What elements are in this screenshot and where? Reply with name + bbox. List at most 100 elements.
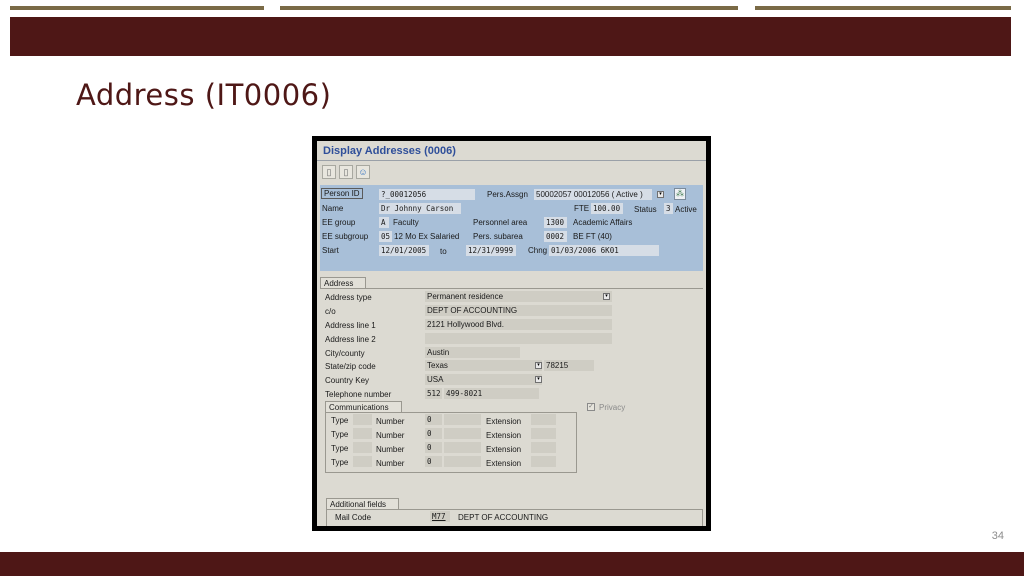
comm-number-value-field[interactable] [444, 428, 481, 439]
pers-subarea-code-field[interactable]: 0002 [544, 231, 567, 242]
phone-number-field[interactable]: 499-8021 [444, 388, 539, 399]
city-field[interactable]: Austin [425, 347, 520, 358]
pers-subarea-text: BE FT (40) [573, 232, 612, 241]
address-line2-field[interactable] [425, 333, 612, 344]
phone-area-field[interactable]: 512 [425, 388, 442, 399]
address-type-label: Address type [325, 293, 372, 302]
status-text: Active [675, 205, 697, 214]
sap-window: Display Addresses (0006) ▯ ▯ ☺ Person ID… [317, 141, 706, 526]
ee-group-label: EE group [322, 218, 356, 227]
footer-band [0, 552, 1024, 576]
ee-group-text: Faculty [393, 218, 419, 227]
address-group-tab: Address [320, 277, 367, 288]
title-divider [317, 160, 706, 161]
pers-assign-field[interactable]: 50002057 00012056 ( Active ) [534, 189, 652, 200]
comm-type-label: Type [331, 416, 349, 425]
privacy-checkbox[interactable]: ✓ [587, 403, 595, 411]
comm-type-field[interactable] [353, 428, 372, 439]
application-toolbar: ▯ ▯ ☺ [322, 165, 370, 181]
ee-subgroup-text: 12 Mo Ex Salaried [394, 232, 460, 241]
name-field[interactable]: Dr Johnny Carson [379, 203, 461, 214]
person-icon[interactable]: ☺ [356, 165, 370, 179]
copy-icon[interactable]: ▯ [339, 165, 353, 179]
comm-type-field[interactable] [353, 442, 372, 453]
telephone-label: Telephone number [325, 390, 392, 399]
comm-type-label: Type [331, 430, 349, 439]
comm-number-field[interactable]: 0 [425, 428, 442, 439]
start-label: Start [322, 246, 339, 255]
copy-icon[interactable]: ▯ [322, 165, 336, 179]
ee-subgroup-label: EE subgroup [322, 232, 369, 241]
comm-number-label: Number [376, 431, 405, 440]
comm-type-label: Type [331, 444, 349, 453]
end-date-field[interactable]: 12/31/9999 [466, 245, 516, 256]
fte-field[interactable]: 100.00 [591, 203, 623, 214]
comm-type-label: Type [331, 458, 349, 467]
comm-extension-label: Extension [486, 417, 522, 426]
comm-extension-field[interactable] [531, 414, 556, 425]
person-id-label: Person ID [321, 188, 363, 199]
to-label: to [440, 247, 447, 256]
comm-extension-field[interactable] [531, 442, 556, 453]
comm-number-label: Number [376, 417, 405, 426]
changed-on-field[interactable]: 01/03/2006 6K01 [549, 245, 659, 256]
country-key-field[interactable]: USA [425, 374, 542, 385]
personnel-area-label: Personnel area [473, 218, 528, 227]
ee-subgroup-code-field[interactable]: 05 [379, 231, 392, 242]
comm-extension-label: Extension [486, 445, 522, 454]
comm-number-field[interactable]: 0 [425, 442, 442, 453]
page-number: 34 [991, 530, 1004, 542]
pers-assign-label: Pers.Assgn [487, 190, 528, 199]
comm-number-label: Number [376, 445, 405, 454]
name-label: Name [322, 204, 344, 213]
co-label: c/o [325, 307, 336, 316]
mail-code-label: Mail Code [335, 513, 372, 522]
comm-type-field[interactable] [353, 456, 372, 467]
top-accent-line-left [10, 6, 264, 10]
comm-type-field[interactable] [353, 414, 372, 425]
top-accent-line-middle [280, 6, 738, 10]
person-id-field[interactable]: ?_00012056 [379, 189, 475, 200]
screen-title: Display Addresses (0006) [323, 145, 456, 157]
state-dropdown-icon[interactable]: ▾ [535, 362, 542, 369]
dropdown-icon[interactable]: ▾ [657, 191, 664, 198]
slide-title: Address (IT0006) [76, 78, 332, 112]
country-dropdown-icon[interactable]: ▾ [535, 376, 542, 383]
co-field[interactable]: DEPT OF ACCOUNTING [425, 305, 612, 316]
additional-fields-group-tab: Additional fields [326, 498, 400, 509]
org-structure-icon[interactable]: ⁂ [674, 188, 686, 200]
communications-group-tab: Communications [325, 401, 402, 412]
ee-group-code-field[interactable]: A [379, 217, 389, 228]
address-type-dropdown-icon[interactable]: ▾ [603, 293, 610, 300]
country-key-label: Country Key [325, 376, 370, 385]
pers-subarea-label: Pers. subarea [473, 232, 523, 241]
comm-extension-field[interactable] [531, 456, 556, 467]
start-date-field[interactable]: 12/01/2005 [379, 245, 429, 256]
comm-number-field[interactable]: 0 [425, 456, 442, 467]
comm-number-label: Number [376, 459, 405, 468]
status-code-field[interactable]: 3 [664, 203, 673, 214]
address-line2-label: Address line 2 [325, 335, 376, 344]
address-line1-field[interactable]: 2121 Hollywood Blvd. [425, 319, 612, 330]
state-zip-label: State/zip code [325, 362, 376, 371]
mail-code-field[interactable]: M77 [430, 511, 450, 522]
comm-number-value-field[interactable] [444, 456, 481, 467]
comm-extension-field[interactable] [531, 428, 556, 439]
comm-number-value-field[interactable] [444, 414, 481, 425]
status-label: Status [634, 205, 657, 214]
city-label: City/county [325, 349, 365, 358]
zip-code-field[interactable]: 78215 [544, 360, 594, 371]
address-line1-label: Address line 1 [325, 321, 376, 330]
fte-label: FTE [574, 204, 590, 213]
screenshot-frame: Display Addresses (0006) ▯ ▯ ☺ Person ID… [312, 136, 711, 531]
personnel-area-text: Academic Affairs [573, 218, 633, 227]
state-field[interactable]: Texas [425, 360, 542, 371]
address-type-field[interactable]: Permanent residence [425, 291, 612, 302]
chng-label: Chng [528, 246, 548, 255]
comm-number-field[interactable]: 0 [425, 414, 442, 425]
comm-number-value-field[interactable] [444, 442, 481, 453]
personnel-area-code-field[interactable]: 1300 [544, 217, 567, 228]
header-band [10, 17, 1011, 56]
comm-extension-label: Extension [486, 431, 522, 440]
comm-extension-label: Extension [486, 459, 522, 468]
